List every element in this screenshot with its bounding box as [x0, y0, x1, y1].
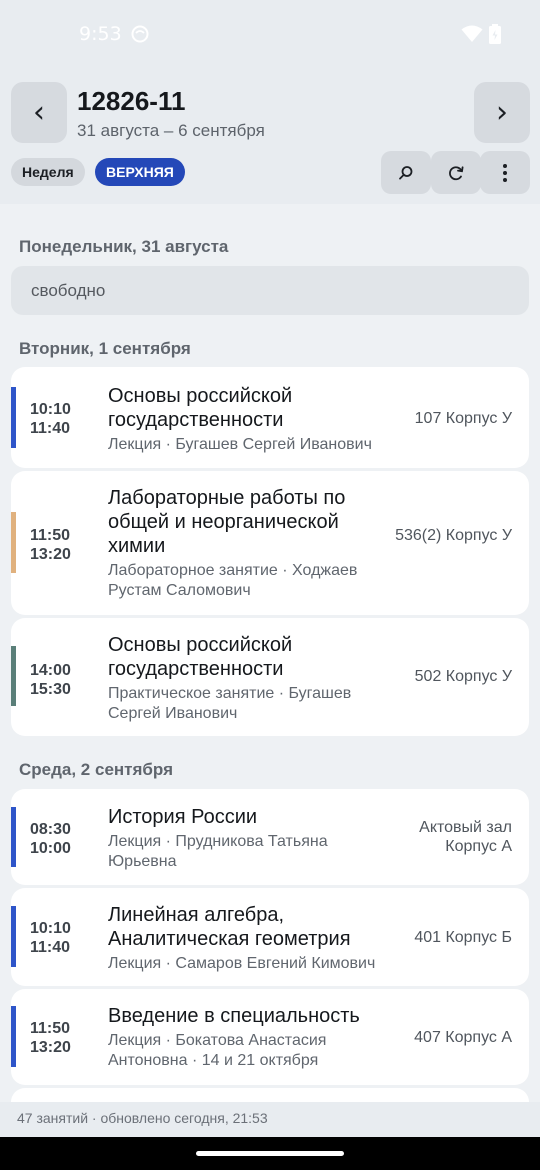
lesson-details: Лабораторное занятие · Ходжаев Рустам Са…: [108, 562, 358, 599]
lesson-details: Практическое занятие · Бугашев Сергей Ив…: [108, 685, 352, 722]
schedule-list[interactable]: Понедельник, 31 августа свободно Вторник…: [0, 204, 540, 1102]
lesson-start-time: 11:50: [30, 1020, 71, 1037]
lesson-card[interactable]: 14:00 15:30 Основы российской государств…: [11, 618, 529, 736]
lesson-room: 107 Корпус У: [414, 410, 512, 427]
group-title: 12826-11: [77, 86, 186, 116]
lesson-card[interactable]: 08:30 10:00 История России Лекция · Пруд…: [11, 789, 529, 885]
next-week-button[interactable]: ›: [474, 82, 530, 143]
previous-week-button[interactable]: ‹: [11, 82, 67, 143]
lesson-card[interactable]: 11:50 13:20 Введение в специальность Лек…: [11, 989, 529, 1085]
system-navigation-bar: [0, 1137, 540, 1170]
lesson-type-accent: [11, 1006, 16, 1067]
lesson-room: 502 Корпус У: [414, 668, 512, 685]
lesson-start-time: 10:10: [30, 401, 71, 418]
home-gesture-handle[interactable]: [196, 1151, 344, 1156]
app-notification-icon: [131, 25, 149, 43]
lesson-subject: Введение в специальность: [108, 1005, 360, 1027]
search-icon: [399, 165, 413, 180]
lesson-subject: Основы российской государственности: [108, 385, 293, 431]
lesson-room: 407 Корпус А: [414, 1029, 512, 1046]
lesson-start-time: 08:30: [30, 821, 71, 838]
lesson-card[interactable]: [11, 1088, 529, 1102]
wifi-icon: [461, 25, 483, 42]
lesson-details: Лекция · Прудникова Татьяна Юрьевна: [108, 833, 328, 870]
lesson-end-time: 11:40: [30, 420, 71, 437]
lesson-type-accent: [11, 512, 16, 573]
lesson-card[interactable]: 11:50 13:20 Лабораторные работы по общей…: [11, 471, 529, 615]
lesson-subject: Линейная алгебра, Аналитическая геометри…: [108, 904, 351, 950]
week-parity-chip[interactable]: ВЕРХНЯЯ: [95, 158, 185, 186]
lesson-end-time: 13:20: [30, 1039, 71, 1056]
refresh-icon: [449, 165, 464, 180]
day-title: Среда, 2 сентября: [19, 760, 173, 779]
status-time: 9:53: [79, 23, 122, 45]
lesson-subject: Основы российской государственности: [108, 634, 293, 680]
sync-status-text: 47 занятий · обновлено сегодня, 21:53: [17, 1110, 268, 1126]
lesson-subject: Лабораторные работы по общей и неорганич…: [108, 487, 346, 557]
day-title: Понедельник, 31 августа: [19, 237, 229, 256]
lesson-room: 536(2) Корпус У: [395, 527, 512, 544]
lesson-room: 401 Корпус Б: [414, 929, 512, 946]
lesson-end-time: 10:00: [30, 840, 71, 857]
free-day-placeholder: свободно: [11, 266, 529, 315]
week-label-chip: Неделя: [11, 158, 85, 186]
search-button[interactable]: [381, 151, 431, 194]
lesson-details: Лекция · Бугашев Сергей Иванович: [108, 436, 372, 453]
lesson-type-accent: [11, 387, 16, 448]
lesson-start-time: 10:10: [30, 920, 71, 937]
lesson-end-time: 15:30: [30, 681, 71, 698]
refresh-button[interactable]: [431, 151, 481, 194]
lesson-end-time: 13:20: [30, 546, 71, 563]
week-date-range: 31 августа – 6 сентября: [77, 121, 265, 140]
status-footer: 47 занятий · обновлено сегодня, 21:53: [0, 1102, 540, 1137]
more-vertical-icon: [503, 163, 507, 182]
app-header: ‹ 12826-11 31 августа – 6 сентября › Нед…: [0, 68, 540, 204]
lesson-room: Актовый зал Корпус А: [419, 819, 512, 855]
battery-icon: [489, 24, 501, 44]
lesson-subject: История России: [108, 806, 258, 828]
lesson-type-accent: [11, 807, 16, 867]
lesson-type-accent: [11, 646, 16, 706]
lesson-card[interactable]: 10:10 11:40 Основы российской государств…: [11, 367, 529, 468]
status-bar: 9:53: [0, 0, 540, 68]
lesson-type-accent: [11, 906, 16, 967]
lesson-details: Лекция · Бокатова Анастасия Антоновна · …: [108, 1032, 327, 1069]
lesson-start-time: 14:00: [30, 662, 71, 679]
lesson-details: Лекция · Самаров Евгений Кимович: [108, 955, 376, 972]
lesson-card[interactable]: 10:10 11:40 Линейная алгебра, Аналитичес…: [11, 888, 529, 986]
more-options-button[interactable]: [480, 151, 530, 194]
lesson-start-time: 11:50: [30, 527, 71, 544]
lesson-end-time: 11:40: [30, 939, 71, 956]
day-title: Вторник, 1 сентября: [19, 339, 191, 358]
